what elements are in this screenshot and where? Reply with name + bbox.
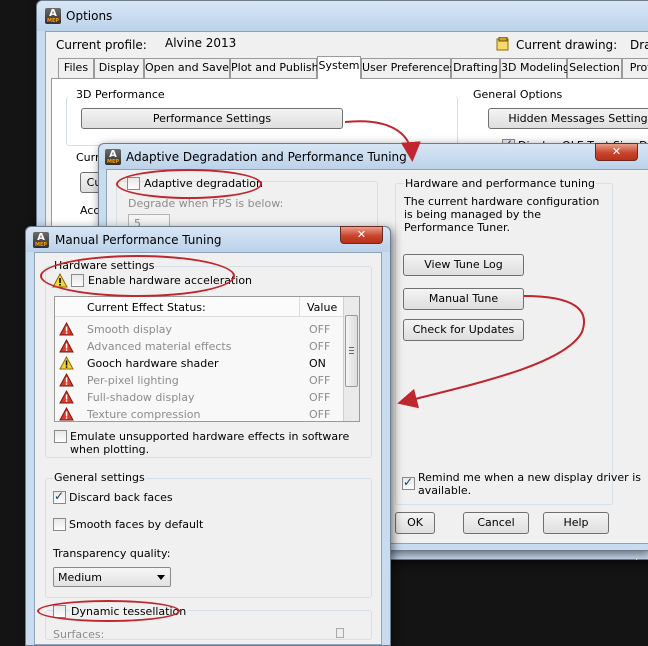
drawing-icon xyxy=(496,36,510,51)
help-button[interactable]: Help xyxy=(543,512,609,534)
warning-icon xyxy=(59,355,74,370)
annotation-ring-hardware xyxy=(40,255,235,297)
effect-row: Gooch hardware shader ON xyxy=(55,355,343,372)
options-title: Options xyxy=(66,9,113,23)
error-icon xyxy=(59,389,74,404)
effect-name: Texture compression xyxy=(87,408,201,421)
view-tune-log-button[interactable]: View Tune Log xyxy=(403,254,524,276)
autocad-mep-icon: A MEP xyxy=(45,8,61,24)
tab-profiles[interactable]: Profi xyxy=(622,58,648,78)
hw-description-line1: The current hardware configuration xyxy=(404,195,600,208)
effect-value: ON xyxy=(309,357,326,370)
current-drawing-value: Draw xyxy=(630,38,648,52)
effect-name: Per-pixel lighting xyxy=(87,374,179,387)
transparency-quality-select[interactable]: Medium xyxy=(53,567,171,587)
tab-user-preferences[interactable]: User Preferences xyxy=(361,58,455,78)
emulate-effects-label-line1: Emulate unsupported hardware effects in … xyxy=(70,430,350,443)
col-value-header: Value xyxy=(307,301,338,314)
general-options-label: General Options xyxy=(473,88,563,101)
discard-back-faces-label: Discard back faces xyxy=(69,491,173,504)
current-profile-label: Current profile: xyxy=(56,38,147,52)
hidden-messages-button[interactable]: Hidden Messages Setting xyxy=(488,108,648,129)
tab-files[interactable]: Files xyxy=(58,58,94,78)
error-icon xyxy=(59,338,74,353)
effect-row: Smooth display OFF xyxy=(55,321,343,338)
effect-name: Full-shadow display xyxy=(87,391,195,404)
discard-back-faces-checkbox[interactable] xyxy=(53,489,66,504)
adaptive-close-button[interactable]: ✕ xyxy=(595,143,638,161)
effect-value: OFF xyxy=(309,374,331,387)
smooth-faces-checkbox[interactable] xyxy=(53,518,66,531)
effect-value: OFF xyxy=(309,408,331,421)
effect-row: Advanced material effects OFF xyxy=(55,338,343,355)
annotation-ring-adaptive xyxy=(116,169,262,199)
autocad-mep-icon: A MEP xyxy=(105,149,121,165)
error-icon xyxy=(59,406,74,421)
effect-row: Texture compression OFF xyxy=(55,406,343,423)
remind-driver-label-line2: available. xyxy=(418,484,472,497)
effect-name: Advanced material effects xyxy=(87,340,232,353)
options-titlebar: A MEP Options xyxy=(37,1,648,31)
degrade-fps-label: Degrade when FPS is below: xyxy=(128,197,284,210)
effects-rows: Smooth display OFF Advanced material effec… xyxy=(55,321,359,421)
general-settings-label: General settings xyxy=(53,471,146,484)
tab-system[interactable]: System xyxy=(317,56,361,79)
col-status-header: Current Effect Status: xyxy=(87,301,206,314)
transparency-quality-label: Transparency quality: xyxy=(53,547,171,560)
effect-row: Per-pixel lighting OFF xyxy=(55,372,343,389)
surfaces-slider-thumb[interactable] xyxy=(336,628,344,638)
autocad-mep-icon: A MEP xyxy=(33,232,49,248)
tab-drafting[interactable]: Drafting xyxy=(451,58,500,78)
performance-settings-button[interactable]: Performance Settings xyxy=(81,108,343,129)
effect-value: OFF xyxy=(309,391,331,404)
remind-driver-checkbox[interactable] xyxy=(402,475,415,490)
tab-plot-and-publish[interactable]: Plot and Publish xyxy=(230,58,319,78)
effect-name: Gooch hardware shader xyxy=(87,357,219,370)
manual-tune-button[interactable]: Manual Tune xyxy=(403,288,524,310)
hw-performance-label: Hardware and performance tuning xyxy=(404,177,597,190)
emulate-effects-checkbox[interactable] xyxy=(54,430,67,443)
remind-driver-label-line1: Remind me when a new display driver is xyxy=(418,471,641,484)
error-icon xyxy=(59,372,74,387)
tab-3d-modeling[interactable]: 3D Modeling xyxy=(500,58,570,78)
tab-display[interactable]: Display xyxy=(94,58,144,78)
error-icon xyxy=(59,321,74,336)
emulate-effects-label-line2: when plotting. xyxy=(70,443,150,456)
cancel-button[interactable]: Cancel xyxy=(463,512,529,534)
effect-row: Full-shadow display OFF xyxy=(55,389,343,406)
chevron-down-icon xyxy=(157,575,165,580)
hw-description-line2: is being managed by the xyxy=(404,208,541,221)
effect-value: OFF xyxy=(309,323,331,336)
manual-close-button[interactable]: ✕ xyxy=(340,226,383,244)
manual-title: Manual Performance Tuning xyxy=(55,233,222,247)
hw-description-line3: Performance Tuner. xyxy=(404,221,510,234)
tab-open-and-save[interactable]: Open and Save xyxy=(144,58,230,78)
adaptive-titlebar: A MEP Adaptive Degradation and Performanc… xyxy=(99,144,648,169)
smooth-faces-label: Smooth faces by default xyxy=(69,518,204,531)
effects-list-header: Current Effect Status: Value xyxy=(55,297,343,317)
transparency-quality-value: Medium xyxy=(58,571,102,584)
current-drawing-label: Current drawing: xyxy=(516,38,618,52)
current-pointing-label: Curr xyxy=(76,151,100,164)
ok-button[interactable]: OK xyxy=(395,512,435,534)
current-profile-value: Alvine 2013 xyxy=(165,36,237,50)
tab-selection[interactable]: Selection xyxy=(567,58,622,78)
manual-titlebar: A MEP Manual Performance Tuning xyxy=(26,227,390,252)
check-for-updates-button[interactable]: Check for Updates xyxy=(403,319,524,341)
effect-name: Smooth display xyxy=(87,323,172,336)
accessibility-label: Acc xyxy=(80,204,100,217)
adaptive-title: Adaptive Degradation and Performance Tun… xyxy=(126,150,407,164)
annotation-ring-dynamic xyxy=(37,600,180,622)
effect-value: OFF xyxy=(309,340,331,353)
effects-list[interactable]: Current Effect Status: Value Smooth disp… xyxy=(54,296,360,422)
